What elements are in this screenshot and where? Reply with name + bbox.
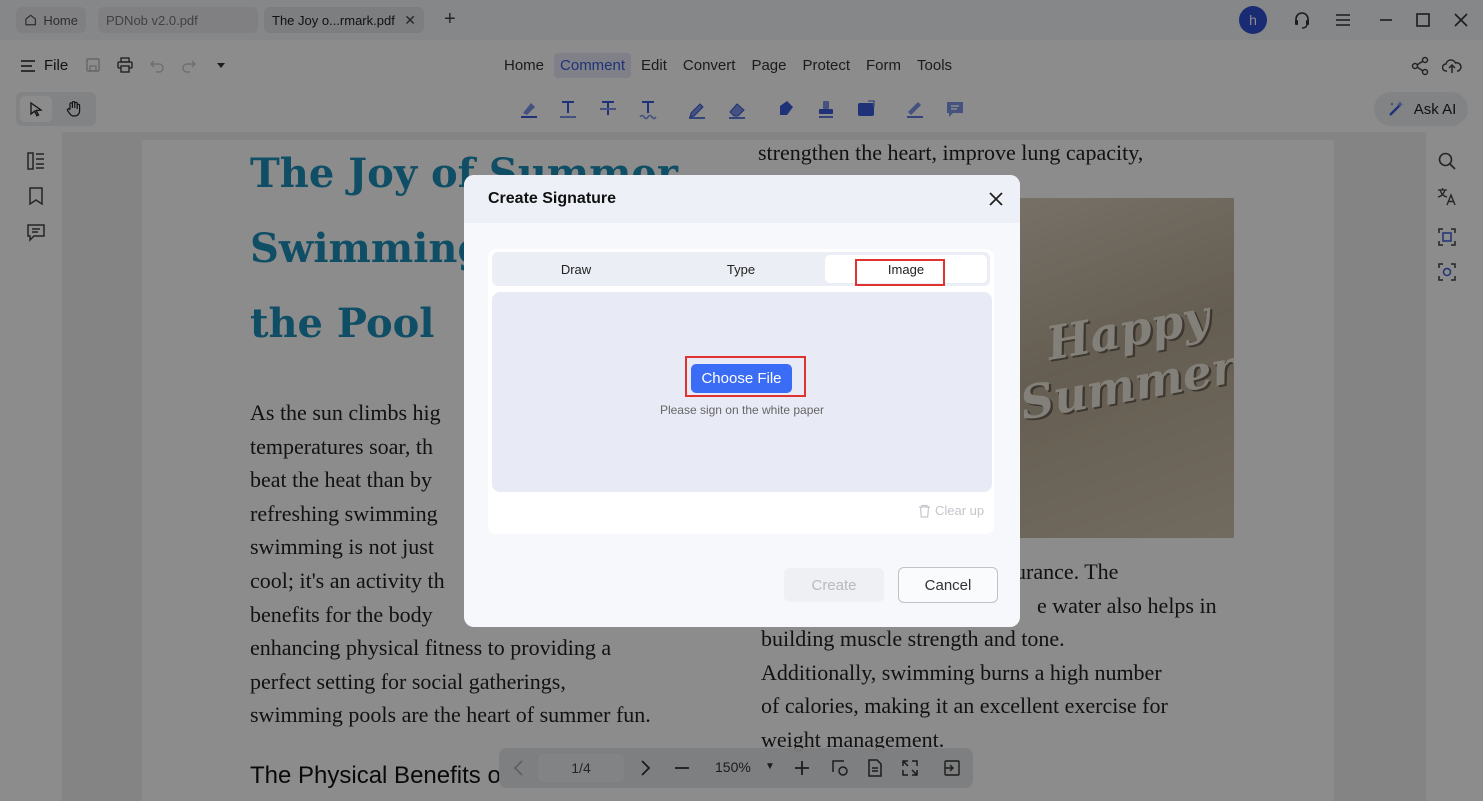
sign-hint-text: Please sign on the white paper — [659, 403, 825, 417]
choose-file-highlight-box — [685, 356, 806, 397]
dialog-header: Create Signature — [464, 175, 1020, 223]
clear-up-label: Clear up — [935, 503, 985, 518]
dialog-close-icon[interactable] — [986, 189, 1006, 209]
dialog-title: Create Signature — [488, 190, 617, 207]
tab-type[interactable]: Type — [660, 255, 822, 283]
create-button[interactable]: Create — [784, 568, 884, 602]
clear-up-button[interactable]: Clear up — [918, 503, 984, 518]
cancel-button[interactable]: Cancel — [898, 567, 998, 603]
image-tab-highlight-box — [855, 259, 945, 286]
trash-icon — [919, 504, 930, 518]
tab-draw[interactable]: Draw — [495, 255, 657, 283]
